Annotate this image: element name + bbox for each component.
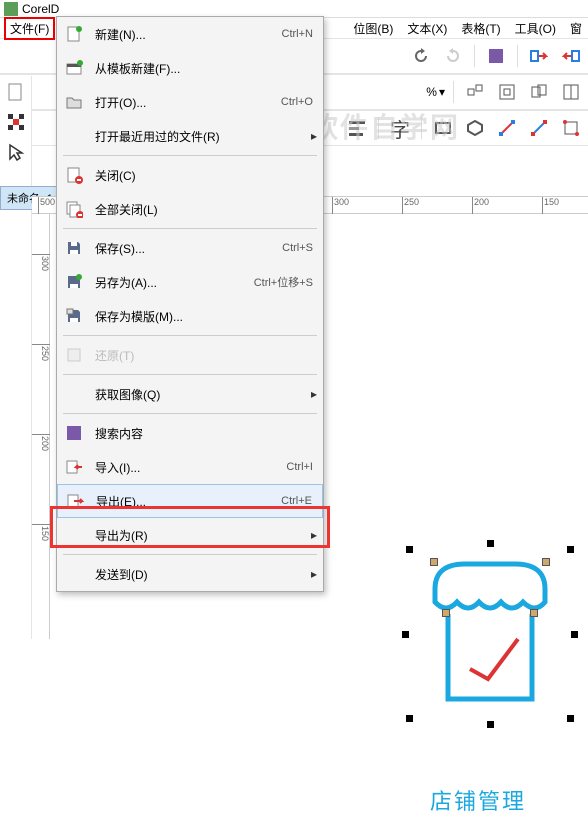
menu-close-all[interactable]: 全部关闭(L)	[57, 192, 323, 226]
shape1-icon[interactable]	[462, 79, 488, 105]
hex-tool-icon[interactable]	[462, 115, 488, 141]
menu-search[interactable]: 搜索内容	[57, 416, 323, 450]
close-doc-icon	[63, 164, 85, 186]
menu-table[interactable]: 表格(T)	[455, 17, 506, 40]
zoom-pct[interactable]: %▾	[426, 85, 445, 99]
undo-icon[interactable]	[408, 43, 434, 69]
menu-import[interactable]: 导入(I)...Ctrl+I	[57, 450, 323, 484]
close-all-icon	[63, 198, 85, 220]
menu-send-to[interactable]: 发送到(D)▸	[57, 557, 323, 591]
menu-open[interactable]: 打开(O)...Ctrl+O	[57, 85, 323, 119]
tool-b-icon[interactable]	[558, 43, 584, 69]
menu-file[interactable]: 文件(F)	[4, 17, 55, 40]
menu-text[interactable]: 文本(X)	[401, 17, 453, 40]
chevron-right-icon: ▸	[311, 528, 317, 542]
tool-select-icon[interactable]	[1, 108, 31, 136]
menu-export[interactable]: 导出(E)...Ctrl+E	[57, 484, 323, 518]
watermark: 软件自学网	[310, 106, 460, 146]
redo-icon	[440, 43, 466, 69]
selected-object[interactable]	[420, 554, 560, 714]
open-icon	[63, 91, 85, 113]
node1-icon[interactable]	[494, 115, 520, 141]
search-content-icon	[63, 422, 85, 444]
new-template-icon	[63, 57, 85, 79]
ruler-vertical: 300 250 200 150	[32, 214, 50, 639]
shape3-icon[interactable]	[526, 79, 552, 105]
chevron-right-icon: ▸	[311, 387, 317, 401]
menu-export-as[interactable]: 导出为(R)▸	[57, 518, 323, 552]
toolbox	[0, 76, 32, 639]
tool-new-icon[interactable]	[1, 78, 31, 106]
save-template-icon	[63, 305, 85, 327]
menu-save-template[interactable]: 保存为模版(M)...	[57, 299, 323, 333]
shape4-icon[interactable]	[558, 79, 584, 105]
export-icon	[64, 490, 86, 512]
node2-icon[interactable]	[526, 115, 552, 141]
menu-tools[interactable]: 工具(O)	[509, 17, 562, 40]
menu-save-as[interactable]: 另存为(A)...Ctrl+位移+S	[57, 265, 323, 299]
canvas-text-label[interactable]: 店铺管理	[430, 784, 526, 816]
chevron-right-icon: ▸	[311, 567, 317, 581]
menu-window[interactable]: 窗	[564, 17, 588, 40]
menu-revert: 还原(T)	[57, 338, 323, 372]
import-icon	[63, 456, 85, 478]
app-title: CorelD	[22, 2, 59, 16]
app-logo-icon	[4, 2, 18, 16]
chevron-right-icon: ▸	[311, 129, 317, 143]
menu-recent[interactable]: 打开最近用过的文件(R)▸	[57, 119, 323, 153]
tool-pick-icon[interactable]	[1, 138, 31, 166]
save-as-icon	[63, 271, 85, 293]
menu-acquire-image[interactable]: 获取图像(Q)▸	[57, 377, 323, 411]
menu-bitmap[interactable]: 位图(B)	[347, 17, 399, 40]
tool-purple-icon[interactable]	[483, 43, 509, 69]
menu-close[interactable]: 关闭(C)	[57, 158, 323, 192]
new-doc-icon	[63, 23, 85, 45]
node3-icon[interactable]	[558, 115, 584, 141]
shape2-icon[interactable]	[494, 79, 520, 105]
menu-new-template[interactable]: 从模板新建(F)...	[57, 51, 323, 85]
menu-new[interactable]: 新建(N)...Ctrl+N	[57, 17, 323, 51]
tool-a-icon[interactable]	[526, 43, 552, 69]
revert-icon	[63, 344, 85, 366]
save-icon	[63, 237, 85, 259]
file-menu-dropdown: 新建(N)...Ctrl+N 从模板新建(F)... 打开(O)...Ctrl+…	[56, 16, 324, 592]
menu-save[interactable]: 保存(S)...Ctrl+S	[57, 231, 323, 265]
